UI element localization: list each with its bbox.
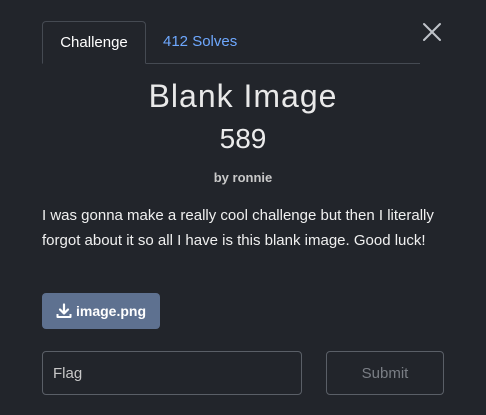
submit-button[interactable]: Submit [326,351,444,395]
download-file-button[interactable]: image.png [42,293,160,329]
close-button[interactable] [420,20,444,44]
flag-input[interactable] [42,351,302,395]
challenge-description: I was gonna make a really cool challenge… [42,207,434,249]
file-name-label: image.png [75,303,146,319]
challenge-author: by ronnie [213,170,273,185]
challenge-points: 589 [219,123,267,154]
challenge-modal: Challenge 412 Solves Blank Image 589 by … [0,0,486,415]
download-icon [56,303,72,318]
modal-tabs: Challenge 412 Solves [42,21,420,64]
challenge-title: Blank Image [148,78,338,114]
tab-challenge[interactable]: Challenge [42,21,146,64]
tab-solves[interactable]: 412 Solves [163,21,237,63]
close-icon [423,23,441,41]
